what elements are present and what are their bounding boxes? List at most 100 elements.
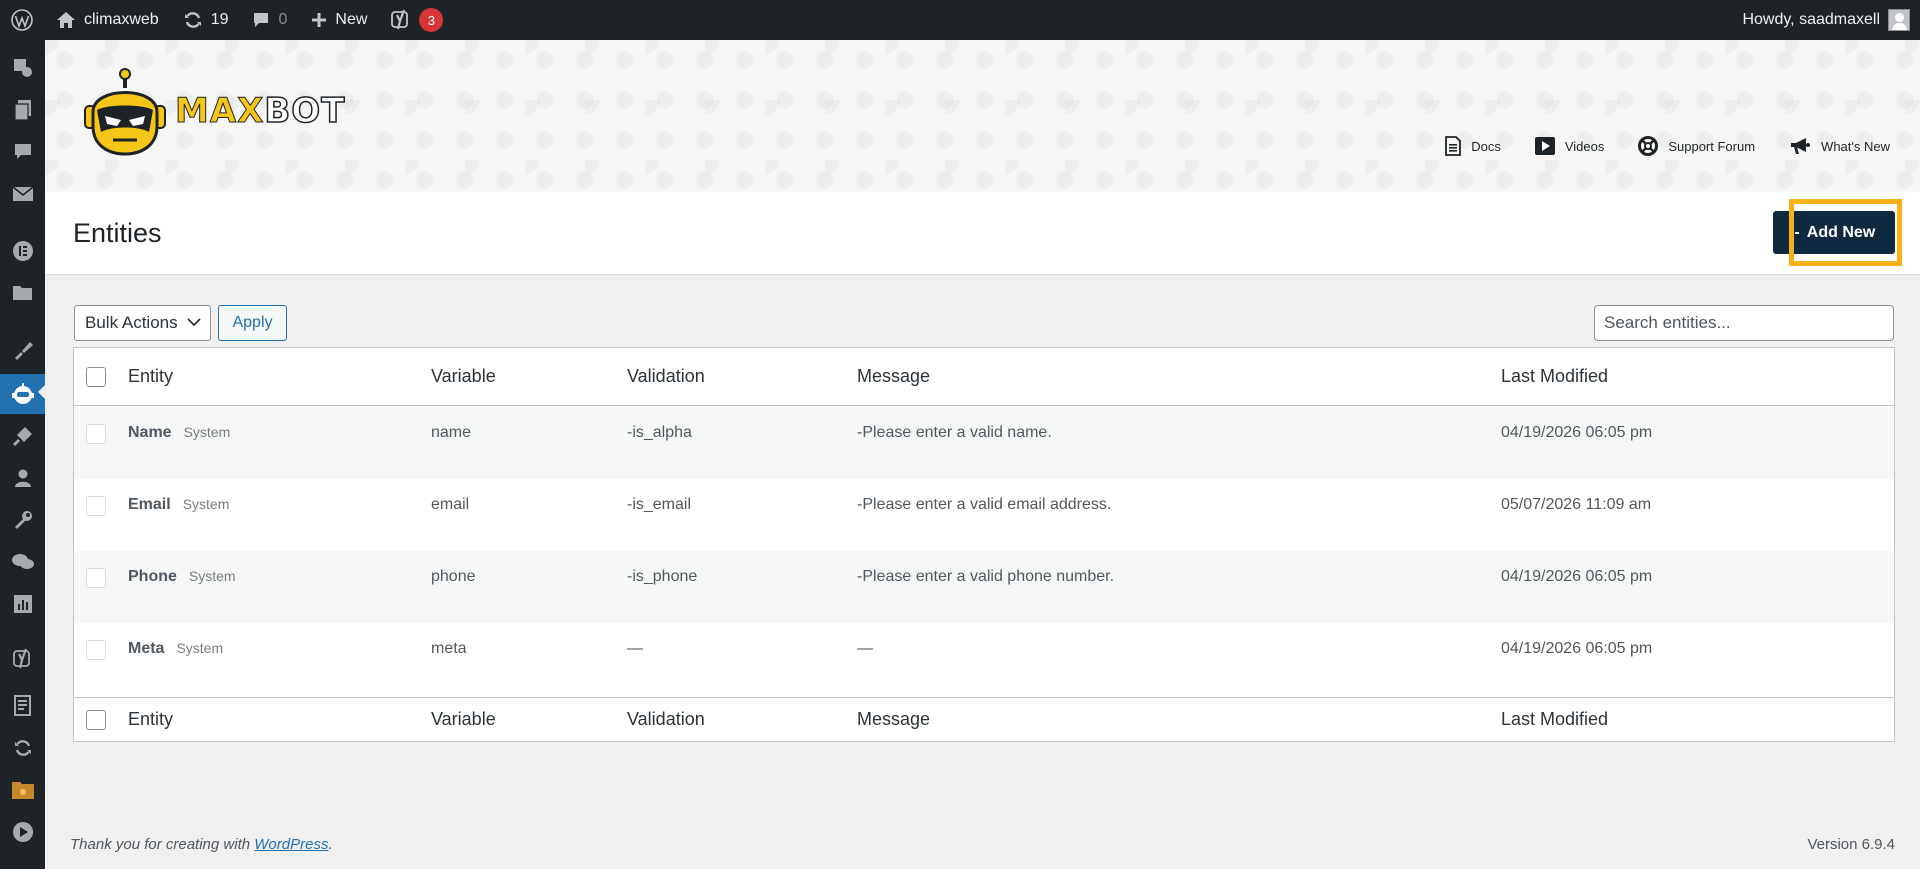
row-checkbox[interactable]: [86, 496, 106, 516]
column-message: Message: [857, 709, 931, 729]
yoast-icon: [391, 9, 409, 30]
footer-thanks: Thank you for creating with WordPress.: [70, 836, 333, 853]
sidebar-item-forms[interactable]: [0, 688, 45, 724]
video-play-icon: [1534, 137, 1555, 155]
entity-message: -Please enter a valid name.: [857, 424, 1052, 441]
column-last-modified: Last Modified: [1501, 709, 1609, 729]
entity-name-link[interactable]: Meta: [128, 640, 164, 658]
plus-icon: [312, 13, 327, 27]
avatar: [1888, 9, 1910, 31]
plus-icon: [1795, 232, 1799, 234]
table-header: Entity Variable Validation Message Last …: [74, 348, 1894, 406]
logo-wordmark: MAXBOT: [174, 90, 346, 132]
sidebar-item-yoast[interactable]: [0, 641, 45, 677]
add-new-button[interactable]: Add New: [1773, 211, 1895, 254]
entity-last-modified: 04/19/2026 06:05 pm: [1501, 424, 1653, 441]
sidebar-item-sync[interactable]: [0, 730, 45, 766]
search-entities-input[interactable]: [1594, 305, 1894, 341]
column-validation: Validation: [627, 366, 705, 386]
support-forum-link[interactable]: Support Forum: [1638, 136, 1755, 156]
sidebar-item-plugins[interactable]: [0, 418, 45, 454]
entity-variable: name: [431, 424, 472, 441]
new-label: New: [335, 11, 368, 28]
comments-count: 0: [278, 11, 288, 28]
wordpress-link[interactable]: WordPress: [254, 836, 328, 853]
entity-variable: phone: [431, 568, 476, 585]
updates-count: 19: [210, 11, 229, 28]
maxbot-logo: MAXBOT: [83, 66, 345, 156]
row-checkbox[interactable]: [86, 568, 106, 588]
entity-validation: —: [627, 640, 643, 657]
select-all-checkbox[interactable]: [86, 366, 106, 387]
wordpress-logo-icon[interactable]: [0, 0, 44, 40]
table-row: Email System email -is_email -Please ente…: [74, 479, 1894, 551]
entity-last-modified: 05/07/2026 11:09 am: [1501, 496, 1652, 513]
user-icon: [14, 469, 31, 487]
pages-icon: [13, 100, 31, 121]
apply-button[interactable]: Apply: [218, 305, 287, 341]
entity-message: -Please enter a valid email address.: [857, 496, 1112, 513]
table-row: Phone System phone -is_phone -Please ente…: [74, 551, 1894, 623]
column-variable: Variable: [431, 709, 496, 729]
admin-bar: climaxweb 19 0 New 3 Howdy, saadmaxell: [0, 0, 1920, 40]
table-row: Meta System meta — — 04/19/2026 06:05 pm: [74, 623, 1894, 695]
account-menu[interactable]: Howdy, saadmaxell: [1742, 9, 1920, 31]
updates-icon: [184, 12, 201, 28]
sidebar-item-media[interactable]: [0, 50, 45, 86]
sidebar-item-templates[interactable]: [0, 275, 45, 311]
sidebar-item-users[interactable]: [0, 460, 45, 496]
comment-icon: [254, 13, 269, 27]
maxbot-robot-icon: [84, 68, 166, 156]
sidebar-item-elementor[interactable]: [0, 233, 45, 269]
page-title: Entities: [73, 218, 162, 248]
sidebar-item-comments[interactable]: [0, 134, 45, 170]
sidebar-item-file-manager[interactable]: [0, 772, 45, 808]
entity-name-link[interactable]: Name: [128, 424, 172, 442]
entities-table: Entity Variable Validation Message Last …: [73, 347, 1895, 742]
sidebar-item-mail[interactable]: [0, 176, 45, 212]
sidebar-item-appearance[interactable]: [0, 332, 45, 368]
elementor-icon: [12, 241, 33, 261]
entity-type: System: [182, 496, 230, 512]
row-checkbox[interactable]: [86, 640, 106, 660]
row-checkbox[interactable]: [86, 424, 106, 444]
select-all-checkbox-footer[interactable]: [86, 709, 106, 730]
table-controls: Bulk Actions Apply: [74, 305, 1894, 341]
videos-link[interactable]: Videos: [1534, 137, 1604, 155]
comments-icon: [14, 144, 31, 159]
plugin-header: MAXBOT Docs Videos Support Forum What's …: [45, 40, 1920, 192]
entity-variable: meta: [431, 640, 467, 657]
entity-name-link[interactable]: Phone: [128, 568, 177, 586]
new-content-link[interactable]: New: [299, 0, 379, 40]
comments-link[interactable]: 0: [240, 0, 299, 40]
sidebar-item-tools[interactable]: [0, 502, 45, 538]
mail-icon: [12, 186, 33, 201]
megaphone-icon: [1791, 138, 1811, 154]
column-last-modified: Last Modified: [1501, 366, 1609, 386]
form-icon: [13, 695, 31, 716]
page-title-bar: Entities Add New: [45, 192, 1920, 275]
column-entity: Entity: [128, 366, 174, 386]
seo-menu[interactable]: 3: [379, 0, 455, 40]
whats-new-link[interactable]: What's New: [1789, 136, 1890, 156]
bulk-actions-select[interactable]: Bulk Actions: [74, 305, 211, 341]
sidebar-item-pages[interactable]: [0, 92, 45, 128]
site-name-link[interactable]: climaxweb: [44, 0, 171, 40]
sidebar-item-analytics[interactable]: [0, 586, 45, 622]
column-entity: Entity: [128, 709, 174, 729]
sidebar-item-chat[interactable]: [0, 544, 45, 580]
entity-message: —: [857, 640, 873, 657]
header-links: Docs Videos Support Forum What's New: [1411, 136, 1890, 156]
table-row: Name System name -is_alpha -Please enter …: [74, 407, 1894, 479]
entity-last-modified: 04/19/2026 06:05 pm: [1501, 640, 1653, 657]
site-name: climaxweb: [84, 11, 159, 28]
home-icon: [57, 12, 75, 28]
document-icon: [1445, 136, 1462, 156]
entity-last-modified: 04/19/2026 06:05 pm: [1501, 568, 1653, 585]
sidebar-item-media-player[interactable]: [0, 814, 45, 850]
docs-link[interactable]: Docs: [1445, 136, 1501, 156]
entity-name-link[interactable]: Email: [128, 496, 171, 514]
updates-link[interactable]: 19: [171, 0, 241, 40]
entity-type: System: [183, 424, 231, 440]
sidebar-item-maxbot[interactable]: [0, 374, 45, 414]
